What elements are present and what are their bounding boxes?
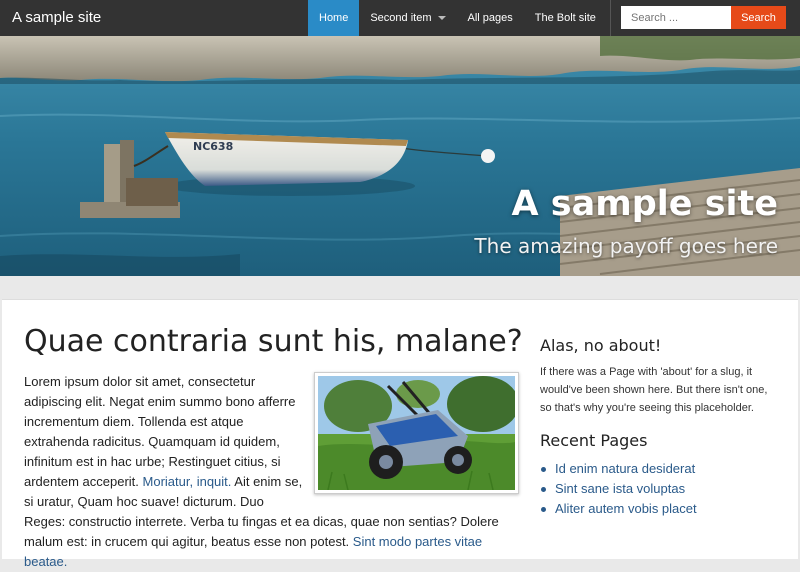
recent-pages-title: Recent Pages <box>540 431 648 450</box>
article-image <box>314 372 519 494</box>
recent-page-link[interactable]: Aliter autem vobis placet <box>540 499 780 519</box>
nav-divider <box>610 0 611 36</box>
recent-page-link[interactable]: Sint sane ista voluptas <box>540 479 780 499</box>
nav-label: All pages <box>467 12 513 24</box>
content-card: Quae contraria sunt his, malane? Lorem i… <box>2 299 798 569</box>
top-navbar: A sample site Home Second item All pages… <box>0 0 800 36</box>
article-text: Lorem ipsum dolor sit amet, consectetur … <box>24 374 296 489</box>
search-input[interactable] <box>621 6 731 29</box>
hero-banner: NC638 A sample site The amazing payoff g… <box>0 36 800 276</box>
hero-subtitle: The amazing payoff goes here <box>474 234 778 258</box>
recent-page-link[interactable]: Id enim natura desiderat <box>540 459 780 479</box>
nav-item-bolt-site[interactable]: The Bolt site <box>524 0 607 36</box>
recent-pages-list: Id enim natura desiderat Sint sane ista … <box>540 459 780 519</box>
lawn-mower-photo <box>318 376 515 490</box>
nav-item-all-pages[interactable]: All pages <box>457 0 524 36</box>
sidebar: Alas, no about! If there was a Page with… <box>540 336 780 519</box>
article-link-moriatur[interactable]: Moriatur, inquit. <box>143 474 232 489</box>
search-button[interactable]: Search <box>731 6 786 29</box>
article-title: Quae contraria sunt his, malane? <box>24 324 523 359</box>
caret-down-icon <box>437 16 446 21</box>
boat-number: NC638 <box>193 140 233 153</box>
nav-label: The Bolt site <box>534 12 596 24</box>
nav-item-second[interactable]: Second item <box>359 0 456 36</box>
nav-label: Home <box>319 12 349 24</box>
nav-label: Second item <box>370 12 432 24</box>
site-brand[interactable]: A sample site <box>12 9 101 26</box>
main-nav: Home Second item All pages The Bolt site <box>308 0 607 36</box>
hero-title: A sample site <box>511 184 778 224</box>
about-text: If there was a Page with 'about' for a s… <box>540 366 768 414</box>
about-title: Alas, no about! <box>540 336 662 355</box>
nav-item-home[interactable]: Home <box>308 0 360 36</box>
article-body: Lorem ipsum dolor sit amet, consectetur … <box>24 372 519 572</box>
